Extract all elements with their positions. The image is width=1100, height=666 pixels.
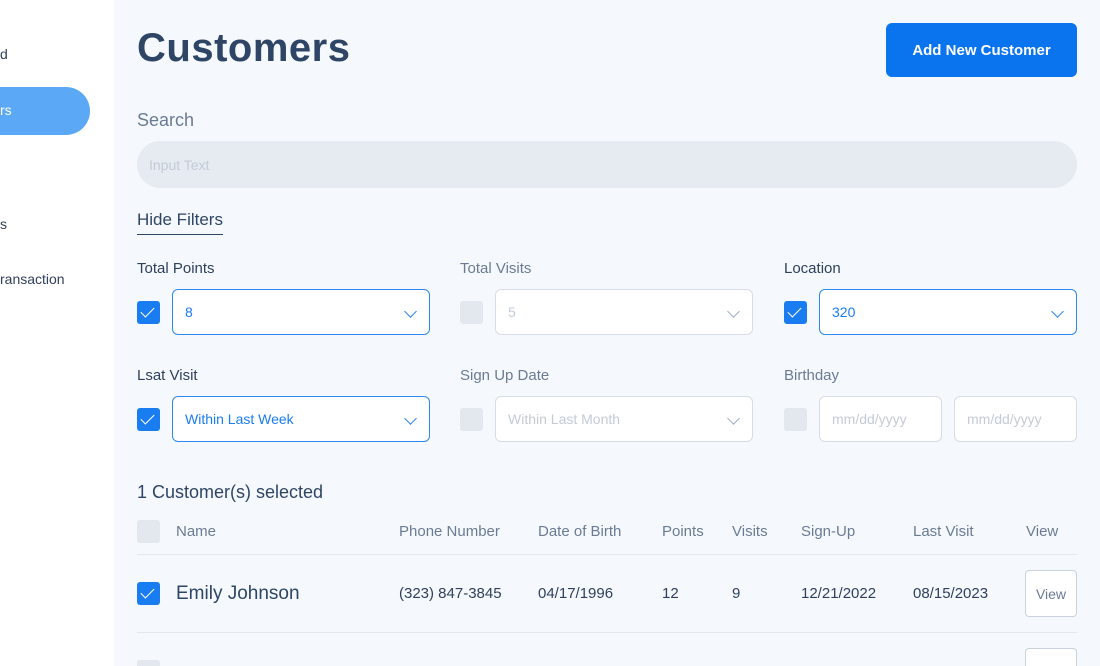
sidebar-item-label: s: [0, 216, 7, 232]
row-checkbox[interactable]: [137, 660, 160, 666]
location-select[interactable]: 320: [819, 289, 1077, 335]
birthday-to-input[interactable]: mm/dd/yyyy: [954, 396, 1077, 442]
location-value: 320: [832, 304, 856, 320]
column-header-signup[interactable]: Sign-Up: [801, 523, 855, 540]
sidebar-item-transaction[interactable]: ransaction: [0, 271, 65, 287]
birthday-label: Birthday: [784, 367, 840, 384]
birthday-checkbox[interactable]: [784, 408, 807, 431]
sign-up-date-checkbox[interactable]: [460, 408, 483, 431]
column-header-visits[interactable]: Visits: [732, 523, 768, 540]
sidebar-item-label: ransaction: [0, 271, 65, 287]
row-checkbox[interactable]: [137, 582, 160, 605]
birthday-from-input[interactable]: mm/dd/yyyy: [819, 396, 942, 442]
last-visit-select[interactable]: Within Last Week: [172, 396, 430, 442]
column-header-dob[interactable]: Date of Birth: [538, 523, 621, 540]
birthday-from-placeholder: mm/dd/yyyy: [832, 411, 907, 427]
total-points-select[interactable]: 8: [172, 289, 430, 335]
selected-count: 1 Customer(s) selected: [137, 482, 324, 502]
select-all-checkbox[interactable]: [137, 520, 160, 543]
customer-signup: 12/21/2022: [801, 585, 877, 602]
chevron-down-icon: [727, 305, 740, 318]
table-divider: [137, 554, 1077, 555]
sign-up-date-value: Within Last Month: [508, 411, 621, 427]
total-visits-label: Total Visits: [460, 260, 532, 277]
column-header-points[interactable]: Points: [662, 523, 704, 540]
sidebar-item-label: d: [0, 46, 8, 62]
table-divider: [137, 632, 1077, 633]
total-visits-checkbox[interactable]: [460, 301, 483, 324]
sidebar-item-rewards[interactable]: s: [0, 216, 7, 232]
column-header-phone[interactable]: Phone Number: [399, 523, 500, 540]
sign-up-date-select[interactable]: Within Last Month: [495, 396, 753, 442]
total-points-checkbox[interactable]: [137, 301, 160, 324]
customer-phone: (323) 847-3845: [399, 585, 502, 602]
customer-visits: 9: [732, 585, 741, 602]
customer-last-visit: 08/15/2023: [913, 585, 989, 602]
view-button[interactable]: View: [1025, 570, 1077, 617]
search-label: Search: [137, 110, 195, 130]
column-header-last-visit[interactable]: Last Visit: [913, 523, 974, 540]
chevron-down-icon: [404, 305, 417, 318]
search-input[interactable]: [137, 141, 1077, 188]
last-visit-label: Lsat Visit: [137, 367, 198, 384]
location-checkbox[interactable]: [784, 301, 807, 324]
customer-points: 12: [662, 585, 679, 602]
chevron-down-icon: [1051, 305, 1064, 318]
column-header-view: View: [1026, 523, 1059, 540]
customer-name: Emily Johnson: [176, 583, 300, 604]
sidebar-item-label: rs: [0, 102, 12, 118]
total-visits-value: 5: [508, 304, 516, 320]
total-points-label: Total Points: [137, 260, 215, 277]
view-button[interactable]: [1025, 648, 1077, 666]
hide-filters-link[interactable]: Hide Filters: [137, 210, 223, 235]
location-label: Location: [784, 260, 841, 277]
last-visit-checkbox[interactable]: [137, 408, 160, 431]
column-header-name[interactable]: Name: [176, 523, 216, 540]
customer-dob: 04/17/1996: [538, 585, 614, 602]
add-new-customer-button[interactable]: Add New Customer: [886, 23, 1077, 77]
sidebar-item-dashboard[interactable]: d: [0, 46, 8, 62]
birthday-to-placeholder: mm/dd/yyyy: [967, 411, 1042, 427]
chevron-down-icon: [404, 412, 417, 425]
chevron-down-icon: [727, 412, 740, 425]
total-points-value: 8: [185, 304, 193, 320]
last-visit-value: Within Last Week: [185, 411, 294, 427]
sidebar-item-customers[interactable]: rs: [0, 87, 90, 135]
sign-up-date-label: Sign Up Date: [460, 367, 550, 384]
sidebar: d rs s ransaction: [0, 0, 114, 666]
total-visits-select[interactable]: 5: [495, 289, 753, 335]
page-title: Customers: [137, 26, 351, 70]
